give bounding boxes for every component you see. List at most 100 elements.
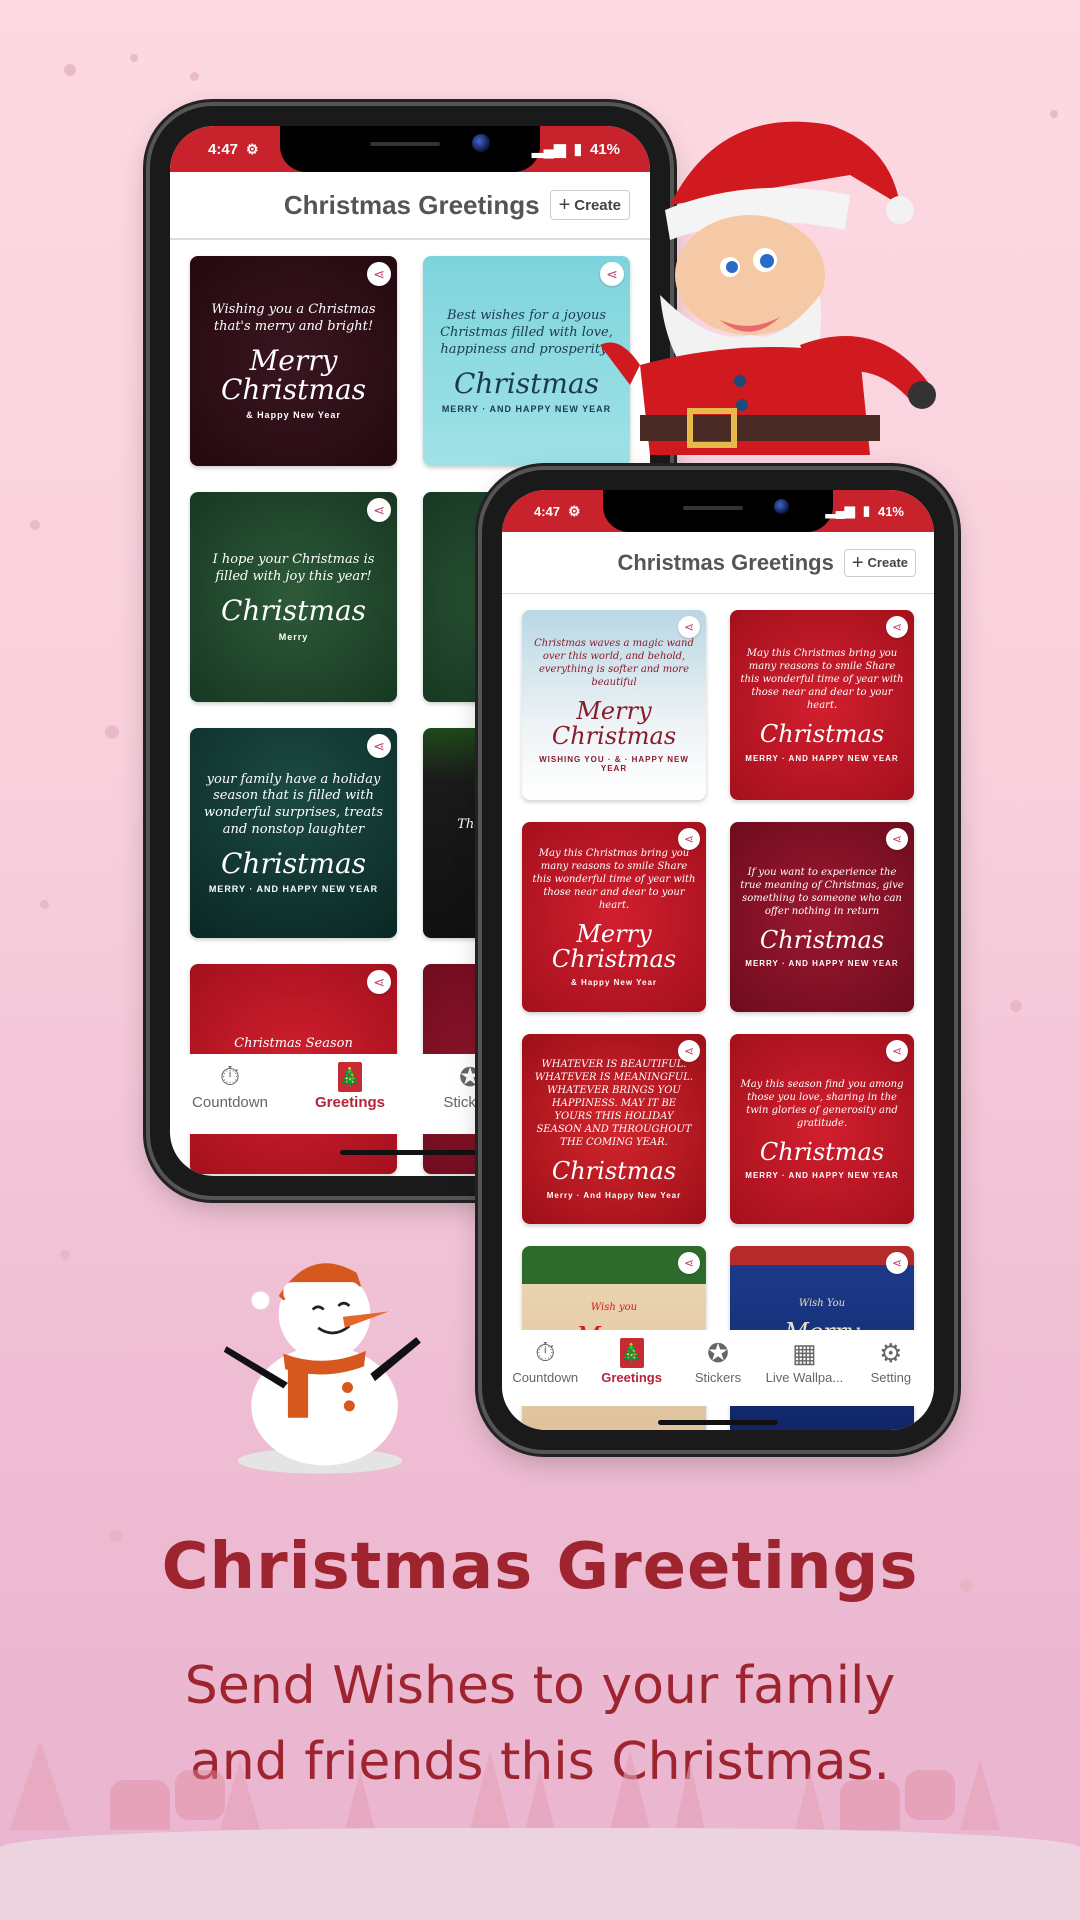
notch <box>603 490 833 532</box>
greeting-card[interactable]: I hope your Christmas is filled with joy… <box>190 492 397 702</box>
greeting-subtext: MERRY · AND HAPPY NEW YEAR <box>441 404 612 415</box>
tree-silhouettes <box>10 1740 1000 1830</box>
greeting-headline: Christmas <box>220 847 367 881</box>
greeting-message: WHATEVER IS BEAUTIFUL. WHATEVER IS MEANI… <box>534 1059 694 1149</box>
share-icon[interactable]: ⋖ <box>886 616 908 638</box>
greeting-message: Christmas waves a magic wand over this w… <box>534 637 694 688</box>
signal-icon: ▂▄▆ <box>825 503 855 518</box>
greeting-subtext: MERRY · AND HAPPY NEW YEAR <box>745 753 899 763</box>
bottom-nav: ⏱ Countdown 🎄 Greetings ✪ Stickers ▦ Live Wallp… <box>502 1330 934 1406</box>
tab-icon: ✪ <box>459 1061 481 1092</box>
greeting-subtext: MERRY · AND HAPPY NEW YEAR <box>745 959 899 969</box>
tab-setting[interactable]: ⚙ Setting <box>848 1337 934 1386</box>
create-button[interactable]: + Create <box>843 548 916 577</box>
greeting-headline: Christmas <box>551 1157 677 1186</box>
tab-icon: ▦ <box>792 1337 817 1368</box>
share-icon[interactable]: ⋖ <box>367 262 391 286</box>
battery-level: 41% <box>877 503 904 519</box>
snow-dot <box>60 1250 70 1260</box>
plus-icon: + <box>851 551 864 574</box>
greeting-card[interactable]: Best wishes for a joyous Christmas fille… <box>423 256 630 466</box>
greeting-subtext: MERRY · AND HAPPY NEW YEAR <box>745 1171 899 1181</box>
camera-icon <box>472 134 490 152</box>
share-icon[interactable]: ⋖ <box>678 1252 700 1274</box>
tab-live-wallpa[interactable]: ▦ Live Wallpa... <box>761 1337 847 1386</box>
snow-dot <box>40 900 49 909</box>
share-icon[interactable]: ⋖ <box>678 1040 700 1062</box>
greeting-card[interactable]: May this Christmas bring you many reason… <box>522 822 706 1012</box>
greeting-grid: Christmas waves a magic wand over this w… <box>502 610 934 1430</box>
greeting-message: Wishing you a Christmas that's merry and… <box>211 301 376 334</box>
app-bar: Christmas Greetings + Create <box>502 532 934 594</box>
page-title: Christmas Greetings <box>617 549 834 575</box>
status-bar: 4:47 ⚙ ▂▄▆ ▮ 41% <box>170 126 650 172</box>
tab-countdown[interactable]: ⏱ Countdown <box>502 1337 588 1385</box>
snow-dot <box>105 725 119 739</box>
snow-dot <box>1010 1000 1022 1012</box>
promo-headline: Christmas Greetings <box>161 1530 919 1604</box>
greeting-card[interactable]: Wishing you a Christmas that's merry and… <box>190 256 397 466</box>
share-icon[interactable]: ⋖ <box>678 828 700 850</box>
home-indicator[interactable] <box>658 1420 778 1425</box>
tab-greetings[interactable]: 🎄 Greetings <box>588 1338 674 1385</box>
app-bar: Christmas Greetings + Create <box>170 172 650 240</box>
tab-icon: 🎄 <box>338 1062 362 1092</box>
snowman-illustration <box>223 1263 421 1474</box>
snow-ground <box>0 1828 1080 1920</box>
notch <box>280 126 540 172</box>
battery-icon: ▮ <box>862 503 870 518</box>
phone-screen: 4:47 ⚙ ▂▄▆ ▮ 41% Christmas Greetings + Creat… <box>502 490 934 1430</box>
plus-icon: + <box>558 194 571 216</box>
greeting-headline: Merry Christmas <box>551 696 677 750</box>
greeting-headline: Merry Christmas <box>220 343 367 406</box>
greeting-headline: Christmas <box>759 925 885 954</box>
battery-level: 41% <box>589 140 620 158</box>
share-icon[interactable]: ⋖ <box>678 616 700 638</box>
greeting-card[interactable]: Christmas waves a magic wand over this w… <box>522 610 706 800</box>
home-indicator[interactable] <box>340 1150 480 1155</box>
greeting-headline: Christmas <box>759 720 885 749</box>
greeting-card[interactable]: If you want to experience the true meani… <box>730 822 914 1012</box>
phone-front: 4:47 ⚙ ▂▄▆ ▮ 41% Christmas Greetings + Creat… <box>482 470 954 1450</box>
greeting-message: May this season find you among those you… <box>740 1078 904 1129</box>
share-icon[interactable]: ⋖ <box>886 828 908 850</box>
tab-greetings[interactable]: 🎄 Greetings <box>302 1062 398 1111</box>
tab-icon: ⚙ <box>879 1337 903 1368</box>
share-icon[interactable]: ⋖ <box>367 734 391 758</box>
share-icon[interactable]: ⋖ <box>886 1040 908 1062</box>
greeting-headline: Christmas <box>453 366 600 400</box>
tab-label: Countdown <box>192 1094 268 1111</box>
greeting-card[interactable]: WHATEVER IS BEAUTIFUL. WHATEVER IS MEANI… <box>522 1034 706 1224</box>
snow-dot <box>30 520 40 530</box>
tab-icon: ⏱ <box>219 1061 241 1091</box>
greeting-card[interactable]: your family have a holiday season that i… <box>190 728 397 938</box>
status-time: 4:47 <box>208 140 239 158</box>
tab-stickers[interactable]: ✪ Stickers <box>675 1337 761 1386</box>
greeting-subtext: WISHING YOU · & · HAPPY NEW YEAR <box>539 755 689 774</box>
greeting-subtext: & Happy New Year <box>246 410 341 421</box>
tab-countdown[interactable]: ⏱ Countdown <box>182 1061 278 1111</box>
share-icon[interactable]: ⋖ <box>886 1252 908 1274</box>
greeting-message: Wish You <box>798 1297 846 1309</box>
share-icon[interactable]: ⋖ <box>367 970 391 994</box>
share-icon[interactable]: ⋖ <box>367 498 391 522</box>
greeting-subtext: Merry · And Happy New Year <box>546 1190 682 1200</box>
status-time: 4:47 <box>534 503 561 519</box>
signal-icon: ▂▄▆ <box>532 141 566 158</box>
camera-icon <box>774 499 789 514</box>
tab-label: Live Wallpa... <box>765 1370 844 1385</box>
greeting-subtext: & Happy New Year <box>570 978 658 988</box>
tab-label: Greetings <box>314 1094 386 1111</box>
santa-illustration <box>600 121 936 455</box>
greeting-card[interactable]: May this Christmas bring you many reason… <box>730 610 914 800</box>
greeting-message: May this Christmas bring you many reason… <box>740 648 904 712</box>
greeting-message: your family have a holiday season that i… <box>203 771 384 838</box>
greeting-headline: Christmas <box>220 594 367 628</box>
greeting-message: Wish you <box>590 1302 638 1314</box>
tab-icon: ✪ <box>707 1337 729 1368</box>
snow-dot <box>130 54 138 62</box>
tab-label: Setting <box>870 1370 912 1385</box>
tab-label: Countdown <box>512 1370 579 1385</box>
greeting-message: Best wishes for a joyous Christmas fille… <box>440 307 613 357</box>
greeting-card[interactable]: May this season find you among those you… <box>730 1034 914 1224</box>
